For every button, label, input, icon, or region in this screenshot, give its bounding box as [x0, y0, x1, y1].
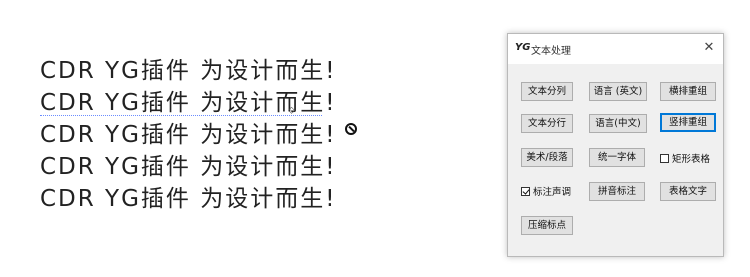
- table-text-button[interactable]: 表格文字: [660, 182, 716, 201]
- tone-marks-label: 标注声调: [533, 187, 572, 198]
- artistic-text-block[interactable]: CDR YG插件 为设计而生! CDR YG插件 为设计而生! CDR YG插件…: [40, 55, 336, 215]
- text-line[interactable]: CDR YG插件 为设计而生!: [40, 119, 336, 151]
- vertical-regroup-button[interactable]: 竖排重组: [660, 113, 716, 132]
- dialog-titlebar[interactable]: YG 文本处理 ✕: [508, 34, 723, 64]
- horizontal-regroup-button[interactable]: 横排重组: [660, 82, 716, 101]
- yg-logo-icon: YG: [515, 42, 531, 53]
- lang-english-button[interactable]: 语言 (英文): [589, 82, 647, 101]
- dialog-title: 文本处理: [531, 46, 571, 57]
- text-line[interactable]: CDR YG插件 为设计而生!: [40, 151, 336, 183]
- close-icon[interactable]: ✕: [701, 40, 717, 56]
- rect-table-label: 矩形表格: [672, 154, 711, 165]
- not-allowed-cursor-icon: [345, 123, 357, 135]
- checkbox-box[interactable]: [660, 153, 669, 163]
- rect-table-checkbox[interactable]: 矩形表格: [660, 151, 710, 165]
- checkbox-checked-icon[interactable]: [521, 186, 530, 196]
- compress-punctuation-button[interactable]: 压缩标点: [521, 216, 573, 235]
- split-lines-button[interactable]: 文本分行: [521, 114, 573, 133]
- lang-chinese-button[interactable]: 语言(中文): [589, 114, 647, 133]
- text-handle-icon[interactable]: ⬦: [288, 106, 298, 116]
- text-processing-dialog: YG 文本处理 ✕ 文本分列 语言 (英文) 横排重组 文本分行 语言(中文) …: [507, 33, 724, 257]
- text-line[interactable]: CDR YG插件 为设计而生!: [40, 55, 336, 87]
- text-line[interactable]: CDR YG插件 为设计而生!: [40, 183, 336, 215]
- tone-marks-checkbox[interactable]: 标注声调: [521, 184, 571, 198]
- split-text-button[interactable]: 文本分列: [521, 82, 573, 101]
- text-baseline-guide: [40, 115, 322, 116]
- pinyin-button[interactable]: 拼音标注: [589, 182, 645, 201]
- unify-font-button[interactable]: 统一字体: [589, 148, 645, 167]
- art-paragraph-button[interactable]: 美术/段落: [521, 148, 573, 167]
